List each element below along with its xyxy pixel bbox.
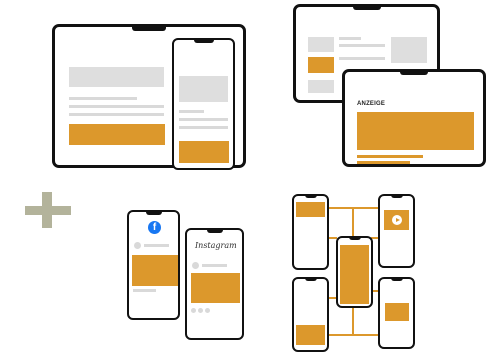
post-text-line <box>202 264 227 267</box>
phone-device <box>172 38 235 170</box>
instagram-wordmark: Instagram <box>195 241 237 250</box>
phone-notch <box>390 195 403 198</box>
phone-notch <box>390 278 403 281</box>
network-phone-bottom-left <box>292 277 329 352</box>
website-text-line <box>339 37 361 40</box>
connector-line <box>327 334 379 336</box>
post-action-dot <box>198 308 203 313</box>
tablet-notch <box>132 26 166 31</box>
ad-text-line <box>357 161 410 164</box>
facebook-phone: f <box>127 210 180 320</box>
post-action-dot <box>205 308 210 313</box>
tablet-notch <box>400 71 428 75</box>
tablet-image-placeholder <box>69 67 164 87</box>
post-avatar <box>134 242 141 249</box>
tablet-text-line <box>69 97 137 100</box>
phone-ad-banner <box>179 141 229 163</box>
phone-text-line <box>179 118 228 121</box>
post-text-line <box>133 289 156 292</box>
connector-line <box>352 305 354 335</box>
website-image-left <box>308 37 334 52</box>
ad-label: ANZEIGE <box>357 101 386 107</box>
tablet-ad-view: ANZEIGE <box>342 69 486 167</box>
connector-line <box>352 207 354 237</box>
phone-text-line <box>179 126 228 129</box>
network-ad-block <box>385 303 409 321</box>
instagram-phone: Instagram <box>185 228 244 340</box>
ad-banner-large <box>357 112 474 150</box>
tablet-text-line <box>69 113 164 116</box>
phone-image-placeholder <box>179 76 228 102</box>
network-phone-top-left <box>292 194 329 270</box>
play-icon <box>392 215 402 225</box>
ad-text-line <box>357 155 423 158</box>
tablet-notch <box>352 6 381 10</box>
plus-icon-horizontal <box>25 206 71 215</box>
website-text-line <box>339 57 385 60</box>
facebook-icon: f <box>148 221 161 234</box>
website-image-bottom <box>308 80 334 93</box>
tablet-text-line <box>69 105 164 108</box>
website-image-right <box>391 37 427 63</box>
website-text-line <box>339 44 385 47</box>
tablet-ad-banner <box>69 124 165 145</box>
phone-notch <box>206 229 223 233</box>
network-ad-block <box>296 202 325 217</box>
network-ad-block <box>340 245 369 304</box>
phone-text-line <box>179 110 204 113</box>
network-phone-bottom-right <box>378 277 415 349</box>
phone-notch <box>145 211 162 215</box>
phone-notch <box>348 237 361 240</box>
post-action-dot <box>191 308 196 313</box>
facebook-ad-post <box>132 255 178 286</box>
post-avatar <box>192 262 199 269</box>
network-video-ad <box>384 210 409 230</box>
network-phone-center <box>336 236 373 308</box>
phone-notch <box>304 278 317 281</box>
phone-notch <box>193 39 214 43</box>
instagram-ad-post <box>191 273 240 303</box>
network-ad-block <box>296 325 325 345</box>
phone-notch <box>304 195 317 198</box>
website-ad-block <box>308 57 334 73</box>
plus-icon <box>25 192 71 228</box>
post-text-line <box>144 244 169 247</box>
network-phone-top-right <box>378 194 415 268</box>
